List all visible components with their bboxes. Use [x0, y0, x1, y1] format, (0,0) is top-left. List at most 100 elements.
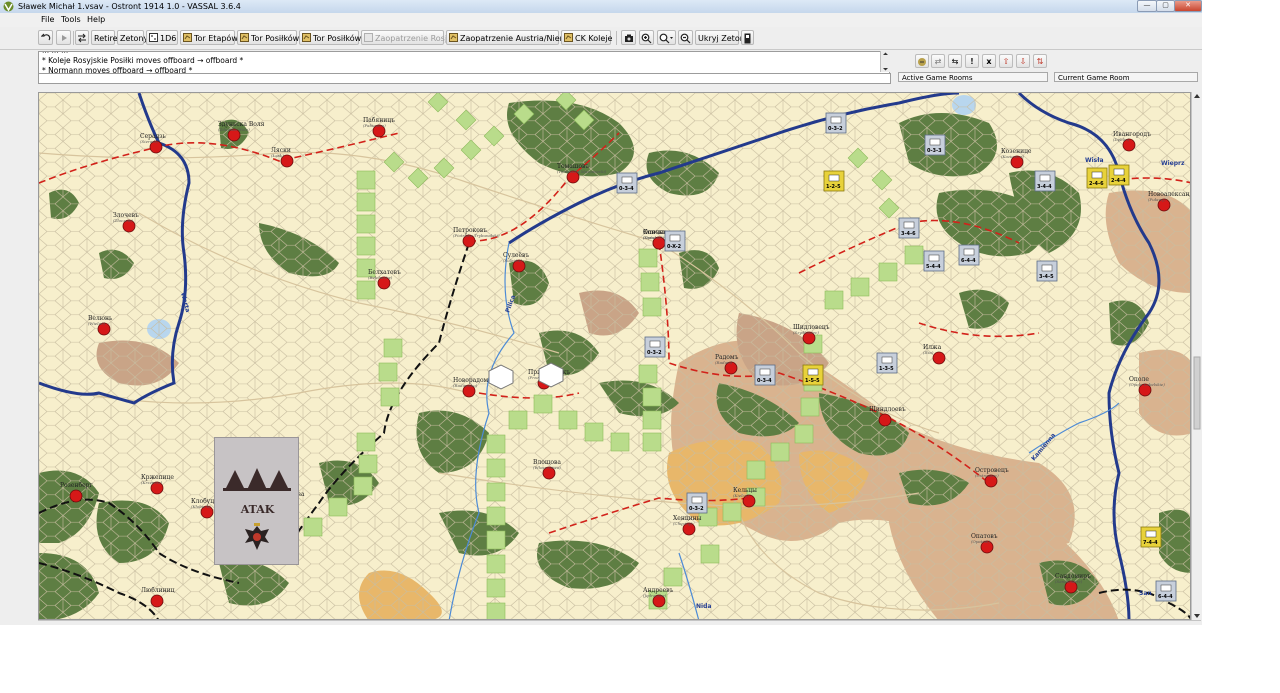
server-download-button[interactable]: ⇩ — [1016, 54, 1030, 68]
server-rooms-button[interactable]: ⇄ — [931, 54, 945, 68]
town-subname: (Sulejów) — [503, 258, 523, 263]
zoom-in-button[interactable] — [639, 30, 654, 45]
town-subname: (Zduńska Wola) — [218, 127, 250, 132]
map-vertical-scrollbar[interactable] — [1191, 92, 1202, 620]
town-subname: (Łask) — [271, 153, 284, 158]
zoom-menu-button[interactable] — [657, 30, 676, 45]
unit-counter[interactable]: 6-4-4 — [1155, 580, 1177, 602]
server-upload-button[interactable]: ⇧ — [999, 54, 1013, 68]
scroll-arrows-icon — [1193, 94, 1201, 618]
unit-counter[interactable]: 6-4-4 — [958, 244, 980, 266]
unit-counter[interactable]: 0-3-3 — [924, 134, 946, 156]
undo-icon — [40, 33, 50, 41]
menu-file[interactable]: File — [41, 14, 54, 26]
chat-log[interactable]: ... ... ... * Koleje Rosyjskie Posiłki m… — [38, 51, 890, 74]
tor-posilkow-2-button[interactable]: Tor Posiłków — [299, 30, 361, 45]
river-label: Wieprz — [1161, 160, 1185, 167]
zetony-button[interactable]: Zetony — [117, 30, 148, 45]
minimize-button[interactable]: — — [1137, 0, 1157, 12]
unit-counter[interactable]: 0-3-2 — [825, 112, 847, 134]
zaopatrzenie-rosja-label: Zaopatrzenie Rosja — [375, 34, 452, 43]
menu-help[interactable]: Help — [87, 14, 105, 26]
tor-posilkow-button[interactable]: Tor Posiłków — [237, 30, 299, 45]
dice-icon — [149, 33, 158, 42]
undo-button[interactable] — [38, 30, 53, 45]
toolbar-separator — [616, 31, 617, 45]
connect-icon — [918, 58, 926, 66]
unit-counter[interactable]: 1-2-5 — [823, 170, 845, 192]
ukryj-zetony-button[interactable]: Ukryj Zetony — [695, 30, 750, 45]
zaopatrzenie-austria-button[interactable]: Zaopatrzenie Austria/Niemcy — [446, 30, 577, 45]
chat-scrollbar[interactable] — [880, 51, 890, 72]
unit-symbol-icon — [1160, 584, 1172, 592]
town-subname: (Piotrków Trybunalski) — [453, 233, 500, 238]
unit-symbol-icon — [881, 356, 893, 364]
unit-counter[interactable]: 2-4-4 — [1108, 164, 1130, 186]
counter-strength: 1-3-5 — [879, 366, 894, 372]
unit-counter[interactable]: 2-4-6 — [1086, 167, 1108, 189]
zoom-out-button[interactable] — [678, 30, 693, 45]
unit-symbol-icon — [649, 340, 661, 348]
unit-counter[interactable]: 5-4-4 — [923, 250, 945, 272]
sync-arrows-button[interactable] — [75, 30, 89, 45]
map-window-icon — [183, 33, 192, 42]
die-roll-button[interactable]: 1D6 — [146, 30, 178, 45]
counter-strength: 0-3-2 — [828, 126, 843, 132]
unit-counter[interactable]: 3-4-4 — [1034, 170, 1056, 192]
unit-counter[interactable]: 3-4-5 — [1036, 260, 1058, 282]
unit-counter[interactable]: 1-5-5 — [802, 364, 824, 386]
unit-symbol-icon — [828, 174, 840, 182]
play-icon — [61, 35, 67, 41]
town-subname: (Kłobuck) — [191, 504, 211, 509]
die-roll-label: 1D6 — [160, 34, 177, 43]
counter-stack-button[interactable] — [741, 30, 754, 45]
camera-button[interactable] — [621, 30, 636, 45]
maximize-button[interactable]: ▢ — [1156, 0, 1175, 12]
server-panel: ⇄ ⇆ ! x ⇧ ⇩ ⇅ Active Game Rooms Current … — [893, 51, 1202, 85]
counter-strength: 0-3-2 — [689, 506, 704, 512]
server-sync-button[interactable]: ⇆ — [948, 54, 962, 68]
map-window-icon — [240, 33, 249, 42]
unit-counter[interactable]: 0-3-4 — [754, 364, 776, 386]
unit-symbol-icon — [1145, 530, 1157, 538]
map-board[interactable]: Серадзь(Sieradz)Здуньска Воля(Zduńska Wo… — [39, 93, 1191, 620]
unit-counter[interactable]: 0-3-4 — [616, 172, 638, 194]
tor-etapow-label: Tor Etapów — [194, 34, 238, 43]
game-map[interactable]: Серадзь (Sieradz) Здуньска Воля (Zduńska Wo… — [38, 92, 1191, 620]
ck-koleje-label: CK Koleje — [575, 34, 613, 43]
unit-counter[interactable]: 7-4-4 — [1140, 526, 1162, 548]
stack-icon — [744, 33, 751, 44]
town-subname: (Bełchatów) — [368, 275, 393, 280]
close-button[interactable]: ✕ — [1174, 0, 1202, 12]
unit-symbol-icon — [691, 496, 703, 504]
counter-strength: 2-4-4 — [1111, 178, 1126, 184]
active-game-rooms-tab[interactable]: Active Game Rooms — [898, 72, 1048, 82]
current-game-room-tab[interactable]: Current Game Room — [1054, 72, 1198, 82]
unit-counter[interactable]: 0-X-2 — [664, 230, 686, 252]
tor-etapow-button[interactable]: Tor Etapów — [180, 30, 238, 45]
server-alert-button[interactable]: ! — [965, 54, 979, 68]
server-transfer-button[interactable]: ⇅ — [1033, 54, 1047, 68]
zaopatrzenie-rosja-button[interactable]: Zaopatrzenie Rosja — [361, 30, 452, 45]
unit-counter[interactable]: 0-3-2 — [644, 336, 666, 358]
unit-symbol-icon — [929, 138, 941, 146]
retire-button[interactable]: Retire — [91, 30, 118, 45]
chat-input[interactable] — [38, 73, 891, 84]
ck-koleje-button[interactable]: CK Koleje — [561, 30, 613, 45]
counter-strength: 3-4-6 — [901, 231, 916, 237]
unit-counter[interactable]: 3-4-6 — [898, 217, 920, 239]
unit-symbol-icon — [830, 116, 842, 124]
town-name: Шиндлоевъ — [869, 406, 906, 413]
atak-card[interactable]: ATAK — [214, 437, 299, 565]
server-connect-button[interactable] — [915, 54, 929, 68]
scroll-arrows-icon — [883, 52, 888, 71]
map-horizontal-scrollbar[interactable] — [38, 620, 1201, 625]
menu-tools[interactable]: Tools — [61, 14, 81, 26]
arrows-icon — [78, 33, 86, 43]
river-label: Nida — [696, 603, 711, 610]
step-forward-button[interactable] — [56, 30, 71, 45]
server-close-button[interactable]: x — [982, 54, 996, 68]
counter-strength: 3-4-4 — [1037, 184, 1052, 190]
unit-counter[interactable]: 0-3-2 — [686, 492, 708, 514]
unit-counter[interactable]: 1-3-5 — [876, 352, 898, 374]
